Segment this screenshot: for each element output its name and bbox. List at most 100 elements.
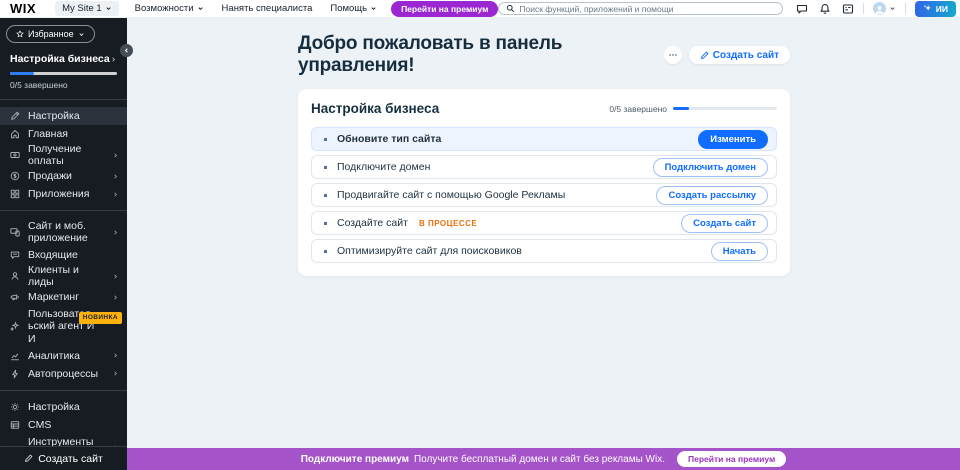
premium-banner: Подключите премиум Получите бесплатный д… <box>127 448 960 470</box>
nav-help[interactable]: Помощь <box>330 3 377 14</box>
sidebar-item-marketing[interactable]: Маркетинг <box>0 288 127 306</box>
nav-features[interactable]: Возможности <box>135 3 204 14</box>
marketing-icon <box>10 292 21 302</box>
nav-help-label: Помощь <box>330 3 367 14</box>
site-menu-label: My Site 1 <box>62 3 102 14</box>
sidebar-item-contacts-leads[interactable]: Клиенты и лиды <box>0 264 127 288</box>
setup-task-list: Обновите тип сайта Изменить Подключите д… <box>311 127 777 263</box>
task-label: Создайте сайт <box>337 217 408 229</box>
task-create-campaign-button[interactable]: Создать рассылку <box>656 186 768 205</box>
sidebar-item-home[interactable]: Главная <box>0 125 127 143</box>
sidebar-item-label: CMS <box>28 419 51 431</box>
sidebar-item-settings[interactable]: Настройка <box>0 398 127 416</box>
chevron-down-icon <box>197 5 204 12</box>
card-progress-track <box>673 107 777 110</box>
task-create-site-button[interactable]: Создать сайт <box>681 214 768 233</box>
business-setup-card: Настройка бизнеса 0/5 завершено Обновите… <box>298 89 790 276</box>
quick-panel-icon[interactable] <box>842 3 854 15</box>
sidebar-item-label: Получение оплаты <box>28 143 105 167</box>
nav-hire-professional[interactable]: Нанять специалиста <box>222 3 313 14</box>
top-bar: WIX My Site 1 Возможности Нанять специал… <box>0 0 960 18</box>
create-site-button[interactable]: Создать сайт <box>689 46 790 64</box>
sidebar-item-payments[interactable]: Получение оплаты <box>0 143 127 167</box>
banner-upgrade-button[interactable]: Перейти на премиум <box>677 451 786 467</box>
sidebar-item-label: Автопроцессы <box>28 368 98 380</box>
chevron-right-icon <box>112 352 119 359</box>
bullet-icon <box>324 250 327 253</box>
card-progress-caption: 0/5 завершено <box>609 104 667 114</box>
collapse-sidebar-button[interactable] <box>120 44 133 57</box>
sidebar-item-label: Аналитика <box>28 350 80 362</box>
pencil-icon <box>700 51 709 60</box>
sidebar-item-sales[interactable]: Продажи <box>0 167 127 185</box>
task-connect-domain[interactable]: Подключите домен Подключить домен <box>311 155 777 179</box>
favorites-menu[interactable]: Избранное <box>6 25 95 43</box>
task-promote-google-ads[interactable]: Продвигайте сайт с помощью Google Реклам… <box>311 183 777 207</box>
sidebar-item-inbox[interactable]: Входящие <box>0 246 127 264</box>
analytics-icon <box>10 351 21 361</box>
ai-agent-icon <box>10 321 21 331</box>
chat-icon[interactable] <box>796 3 808 15</box>
sparkle-icon <box>923 4 932 13</box>
task-update-site-type[interactable]: Обновите тип сайта Изменить <box>311 127 777 151</box>
contacts-icon <box>10 271 21 281</box>
pencil-icon <box>24 454 33 463</box>
site-mobile-icon <box>10 227 21 237</box>
chevron-right-icon <box>112 229 119 236</box>
star-icon <box>16 30 24 38</box>
setup-progress-caption: 0/5 завершено <box>10 80 117 92</box>
sidebar-item-label: Маркетинг <box>28 291 79 303</box>
chevron-right-icon <box>112 173 119 180</box>
task-change-button[interactable]: Изменить <box>698 130 768 149</box>
sidebar-item-site-mobile-app[interactable]: Сайт и моб. приложение <box>0 218 127 246</box>
inbox-icon <box>10 250 21 260</box>
ai-assistant-button[interactable]: ИИ <box>915 1 956 17</box>
more-actions-button[interactable] <box>664 46 682 64</box>
sidebar-item-cms[interactable]: CMS <box>0 416 127 434</box>
setup-progress-track <box>10 72 117 75</box>
divider <box>0 210 127 211</box>
task-start-button[interactable]: Начать <box>711 242 768 261</box>
account-menu[interactable] <box>873 2 896 15</box>
banner-title: Подключите премиум <box>301 454 409 465</box>
notifications-bell-icon[interactable] <box>819 3 831 15</box>
chevron-right-icon <box>112 152 119 159</box>
task-optimize-seo[interactable]: Оптимизируйте сайт для поисковиков Начат… <box>311 239 777 263</box>
wix-logo: WIX <box>10 1 36 16</box>
sidebar-item-apps[interactable]: Приложения <box>0 185 127 203</box>
main-content: Добро пожаловать в панель управления! Со… <box>127 18 960 470</box>
sidebar-item-label: Продажи <box>28 170 72 182</box>
task-label: Подключите домен <box>337 161 430 173</box>
bullet-icon <box>324 222 327 225</box>
gear-icon <box>10 402 21 412</box>
new-badge: НОВИНКА <box>79 312 122 323</box>
chevron-right-icon <box>112 273 119 280</box>
sidebar-item-custom-ai-agent[interactable]: Пользовательский агент ИИ НОВИНКА <box>0 306 127 346</box>
sidebar-item-label: Главная <box>28 128 68 140</box>
apps-icon <box>10 189 21 199</box>
divider <box>0 390 127 391</box>
task-connect-domain-button[interactable]: Подключить домен <box>653 158 768 177</box>
sidebar-item-label: Клиенты и лиды <box>28 264 105 288</box>
search-bar[interactable] <box>498 2 782 15</box>
create-site-label: Создать сайт <box>38 453 103 465</box>
sidebar-item-automations[interactable]: Автопроцессы <box>0 365 127 383</box>
sidebar-setup-progress[interactable]: Настройка бизнеса 0/5 завершено <box>0 51 127 92</box>
nav-hire-label: Нанять специалиста <box>222 3 313 14</box>
sidebar-item-label: Настройка <box>28 110 80 122</box>
divider <box>863 3 864 14</box>
sidebar-create-site-button[interactable]: Создать сайт <box>0 446 127 470</box>
automations-icon <box>10 369 21 379</box>
setup-icon <box>10 111 21 121</box>
upgrade-premium-button[interactable]: Перейти на премиум <box>391 1 498 17</box>
sidebar-item-setup[interactable]: Настройка <box>0 107 127 125</box>
favorites-label: Избранное <box>28 29 74 39</box>
task-create-site[interactable]: Создайте сайт В ПРОЦЕССЕ Создать сайт <box>311 211 777 235</box>
chevron-down-icon <box>370 5 377 12</box>
site-menu[interactable]: My Site 1 <box>55 1 119 16</box>
search-input[interactable] <box>519 4 774 14</box>
search-icon <box>506 4 515 13</box>
sidebar-item-analytics[interactable]: Аналитика <box>0 347 127 365</box>
chevron-right-icon <box>112 191 119 198</box>
chevron-right-icon <box>110 56 117 63</box>
